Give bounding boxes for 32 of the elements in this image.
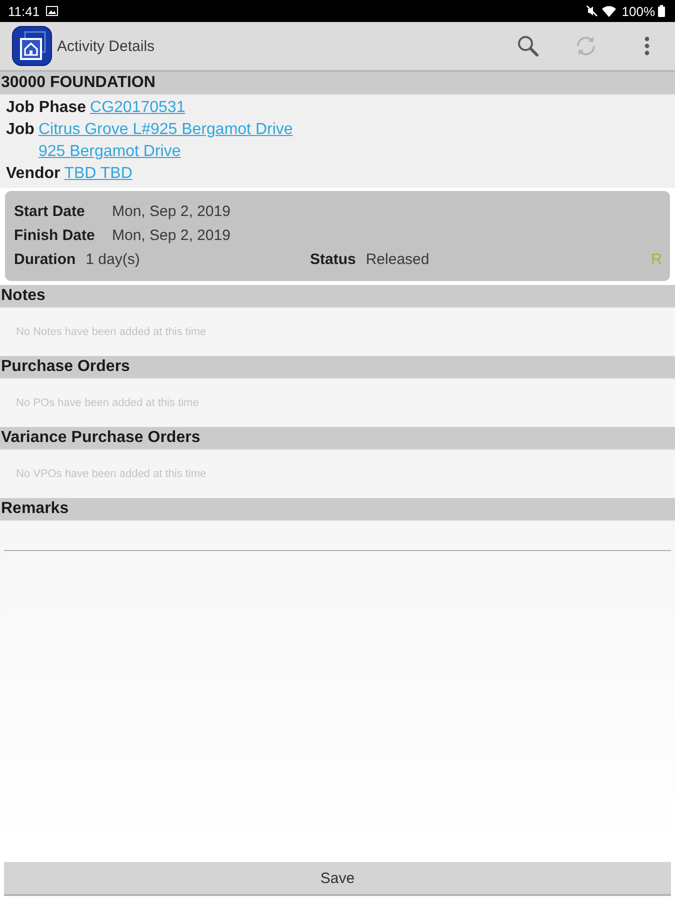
field-label: Job Phase (6, 98, 86, 118)
battery-percent: 100% (622, 4, 655, 18)
field-link[interactable]: Citrus Grove L#925 Bergamot Drive (38, 119, 293, 141)
status-time: 11:41 (8, 4, 40, 18)
status-code: R (651, 250, 662, 270)
field-label: Start Date (14, 202, 86, 222)
section-title: Remarks (1, 500, 69, 518)
field-label: Finish Date (14, 226, 96, 246)
wifi-icon (602, 6, 616, 16)
field-value: Mon, Sep 2, 2019 (112, 202, 232, 222)
section-title: 30000 FOUNDATION (1, 74, 156, 92)
field-label: Duration (14, 250, 76, 270)
screen-title: Activity Details (57, 38, 155, 54)
search-icon[interactable] (517, 35, 539, 57)
field-link[interactable]: CG20170531 (90, 97, 186, 119)
section-title: Variance Purchase Orders (1, 429, 200, 447)
more-options-icon[interactable] (644, 36, 650, 56)
field-label: Vendor (6, 164, 60, 184)
field-value: Released (366, 250, 430, 270)
battery-icon (658, 5, 665, 17)
field-link[interactable]: TBD TBD (64, 163, 132, 185)
field-link[interactable]: 925 Bergamot Drive (38, 141, 181, 163)
app-logo-icon (12, 26, 52, 66)
save-button[interactable]: Save (4, 862, 671, 896)
section-title: Purchase Orders (1, 358, 130, 376)
field-value: Mon, Sep 2, 2019 (112, 226, 232, 246)
mute-icon (586, 5, 598, 17)
section-title: Notes (1, 287, 46, 305)
field-value: 1 day(s) (86, 250, 140, 270)
field-label: Job (6, 120, 34, 140)
image-icon (46, 6, 58, 16)
field-label: Status (310, 250, 356, 270)
